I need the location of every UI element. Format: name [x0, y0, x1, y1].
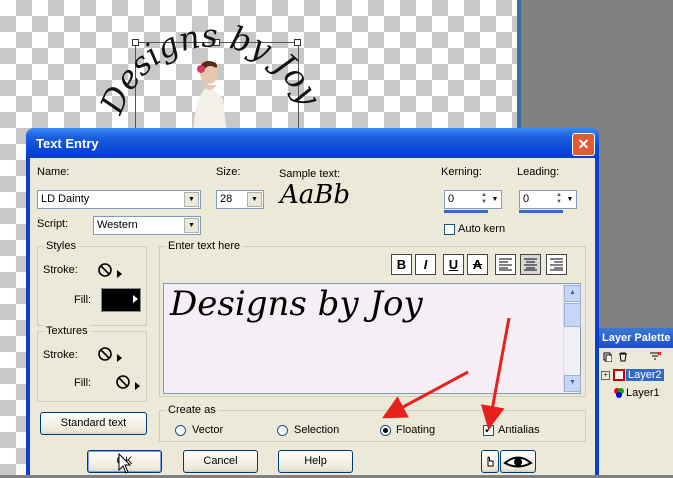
annotation-arrow-floating: [382, 370, 469, 419]
annotation-arrow-antialias: [480, 317, 511, 430]
mouse-cursor-icon: [118, 453, 132, 474]
annotation-arrows: [382, 317, 511, 430]
